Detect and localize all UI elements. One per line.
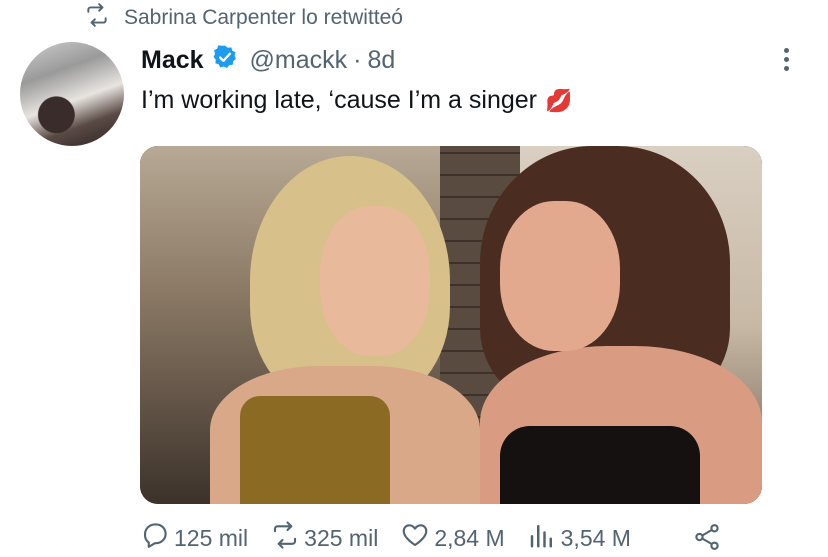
views-button[interactable]: 3,54 M xyxy=(527,520,631,556)
retweet-button[interactable]: 325 mil xyxy=(270,520,378,556)
share-icon[interactable] xyxy=(692,522,722,552)
reply-count: 125 mil xyxy=(174,524,249,551)
views-icon xyxy=(527,520,557,556)
retweet-context[interactable]: Sabrina Carpenter lo retwitteó xyxy=(84,2,403,34)
retweet-count: 325 mil xyxy=(304,524,379,551)
views-count: 3,54 M xyxy=(560,524,631,551)
separator-dot: · xyxy=(353,46,362,74)
retweet-action-icon xyxy=(270,520,300,556)
tweet-timestamp[interactable]: 8d xyxy=(367,46,395,75)
tweet-header: Mack @mackk · 8d xyxy=(141,44,395,77)
retweet-icon xyxy=(84,2,110,34)
heart-icon xyxy=(400,520,430,556)
tweet-text: I’m working late, ‘cause I’m a singer 💋 xyxy=(141,86,572,115)
tweet-text-content: I’m working late, ‘cause I’m a singer xyxy=(141,86,537,114)
reply-button[interactable]: 125 mil xyxy=(140,520,248,556)
more-options-icon[interactable] xyxy=(772,44,800,74)
tweet-actions: 125 mil 325 mil 2,84 M 3,54 M xyxy=(140,520,653,556)
kiss-emoji-icon: 💋 xyxy=(544,87,573,113)
reply-icon xyxy=(140,520,170,556)
retweet-label: Sabrina Carpenter lo retwitteó xyxy=(124,6,403,29)
author-avatar[interactable] xyxy=(20,42,124,146)
like-button[interactable]: 2,84 M xyxy=(400,520,505,556)
verified-badge-icon xyxy=(204,44,238,77)
author-name[interactable]: Mack xyxy=(141,46,204,75)
author-handle[interactable]: @mackk xyxy=(250,46,348,75)
like-count: 2,84 M xyxy=(434,524,505,551)
tweet-photo[interactable] xyxy=(140,146,762,504)
